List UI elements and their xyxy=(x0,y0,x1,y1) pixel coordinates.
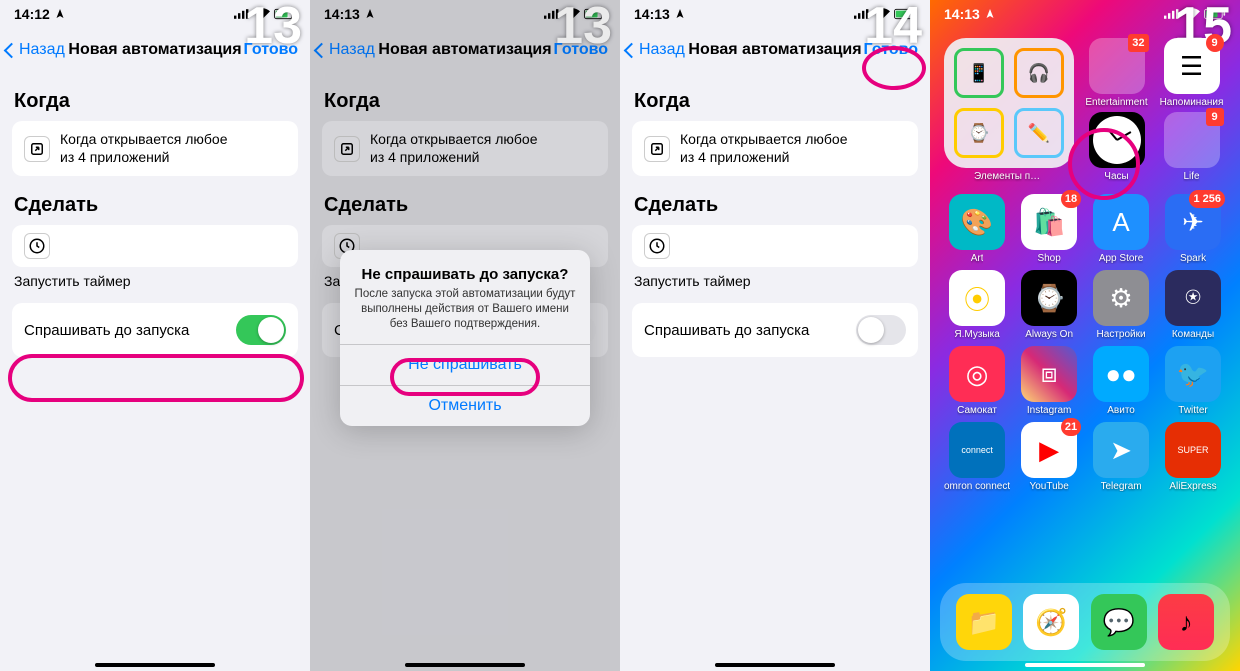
done-button[interactable]: Готово xyxy=(244,41,298,59)
alert-message: После запуска этой автоматизации будут в… xyxy=(352,287,578,332)
home-indicator[interactable] xyxy=(1025,663,1145,667)
app-youtube[interactable]: ▶21YouTube xyxy=(1016,422,1082,492)
alert-title: Не спрашивать до запуска? xyxy=(352,266,578,283)
chevron-left-icon xyxy=(624,42,640,58)
action-label: Запустить таймер xyxy=(634,273,916,289)
app-команды[interactable]: ⍟Команды xyxy=(1160,270,1226,340)
dock-app[interactable]: 🧭 xyxy=(1023,594,1079,650)
home-indicator[interactable] xyxy=(715,663,835,667)
app-aliexpress[interactable]: SUPERAliExpress xyxy=(1160,422,1226,492)
app-самокат[interactable]: ◎Самокат xyxy=(944,346,1010,416)
do-card[interactable] xyxy=(12,225,298,267)
ask-before-run-switch[interactable] xyxy=(856,315,906,345)
battery-ring-icon: 📱 xyxy=(954,48,1004,98)
home-indicator[interactable] xyxy=(405,663,525,667)
app-art[interactable]: 🎨Art xyxy=(944,194,1010,264)
app-always-on[interactable]: ⌚Always On xyxy=(1016,270,1082,340)
dock-app[interactable]: ♪ xyxy=(1158,594,1214,650)
clock-icon xyxy=(24,233,50,259)
action-label: Запустить таймер xyxy=(14,273,296,289)
dock-app[interactable]: 💬 xyxy=(1091,594,1147,650)
app-life[interactable]: 9Life xyxy=(1157,112,1226,182)
when-header: Когда xyxy=(634,90,916,113)
screen-13: 13 14:12 Назад Новая автоматизация Готов… xyxy=(0,0,310,671)
dock-app[interactable]: 📁 xyxy=(956,594,1012,650)
app-spark[interactable]: ✈1 256Spark xyxy=(1160,194,1226,264)
alert-confirm-button[interactable]: Не спрашивать xyxy=(340,344,590,385)
battery-ring-icon: ⌚ xyxy=(954,108,1004,158)
toggle-label: Спрашивать до запуска xyxy=(24,322,189,339)
screen-15: 15 14:13 📱 🎧 ⌚ ✏️ Элементы питания 32Ent… xyxy=(930,0,1240,671)
app-instagram[interactable]: ⧈Instagram xyxy=(1016,346,1082,416)
ask-toggle-row: Спрашивать до запуска xyxy=(632,303,918,357)
nav-bar: Назад Новая автоматизация Готово xyxy=(0,28,310,72)
app-app-store[interactable]: AApp Store xyxy=(1088,194,1154,264)
nav-title: Новая автоматизация xyxy=(68,41,241,59)
back-button[interactable]: Назад xyxy=(626,41,685,59)
highlight-ellipse xyxy=(8,354,304,402)
clock-icon xyxy=(644,233,670,259)
home-grid: 🎨Art🛍️18ShopAApp Store✈1 256Spark ⦿Я.Музы… xyxy=(930,184,1240,492)
battery-ring-icon: 🎧 xyxy=(1014,48,1064,98)
confirm-alert: Не спрашивать до запуска? После запуска … xyxy=(340,250,590,426)
nav-bar: Назад Новая автоматизация Готово xyxy=(620,28,930,72)
app-entertainment[interactable]: 32Entertainment xyxy=(1082,38,1151,108)
do-header: Сделать xyxy=(634,194,916,217)
app-часы[interactable]: Часы xyxy=(1082,112,1151,182)
chevron-left-icon xyxy=(4,42,20,58)
when-header: Когда xyxy=(14,90,296,113)
nav-title: Новая автоматизация xyxy=(688,41,861,59)
battery-widget[interactable]: 📱 🎧 ⌚ ✏️ xyxy=(944,38,1074,168)
screen-13-alert: 13 14:13 Назад Новая автоматизация Готов… xyxy=(310,0,620,671)
home-indicator[interactable] xyxy=(95,663,215,667)
do-header: Сделать xyxy=(14,194,296,217)
alert-cancel-button[interactable]: Отменить xyxy=(340,385,590,426)
battery-ring-icon: ✏️ xyxy=(1014,108,1064,158)
app-авито[interactable]: ●●Авито xyxy=(1088,346,1154,416)
open-app-icon xyxy=(644,136,670,162)
app-настройки[interactable]: ⚙Настройки xyxy=(1088,270,1154,340)
app-напоминания[interactable]: ☰9Напоминания xyxy=(1157,38,1226,108)
dock: 📁🧭💬♪ xyxy=(940,583,1230,661)
do-card[interactable] xyxy=(632,225,918,267)
app-twitter[interactable]: 🐦Twitter xyxy=(1160,346,1226,416)
app-shop[interactable]: 🛍️18Shop xyxy=(1016,194,1082,264)
toggle-label: Спрашивать до запуска xyxy=(644,322,809,339)
open-app-icon xyxy=(24,136,50,162)
app-я-музыка[interactable]: ⦿Я.Музыка xyxy=(944,270,1010,340)
app-omron-connect[interactable]: connectomron connect xyxy=(944,422,1010,492)
screen-14: 14 14:13 Назад Новая автоматизация Готов… xyxy=(620,0,930,671)
when-card[interactable]: Когда открывается любоеиз 4 приложений xyxy=(12,121,298,176)
back-button[interactable]: Назад xyxy=(6,41,65,59)
ask-toggle-row: Спрашивать до запуска xyxy=(12,303,298,357)
when-card[interactable]: Когда открывается любоеиз 4 приложений xyxy=(632,121,918,176)
done-button[interactable]: Готово xyxy=(864,41,918,59)
app-telegram[interactable]: ➤Telegram xyxy=(1088,422,1154,492)
ask-before-run-switch[interactable] xyxy=(236,315,286,345)
